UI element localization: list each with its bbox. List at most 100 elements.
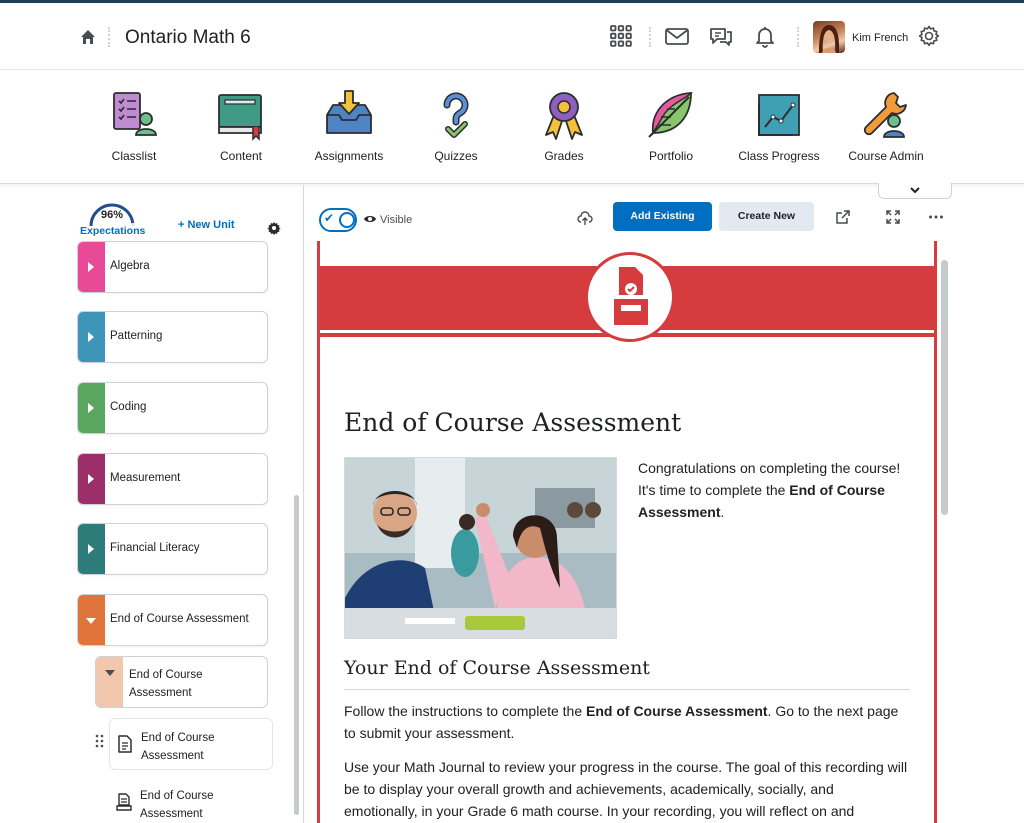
unit-label: Financial Literacy xyxy=(110,542,200,554)
add-existing-button[interactable]: Add Existing xyxy=(613,202,712,231)
course-admin-tools-icon xyxy=(863,92,907,138)
mail-icon[interactable] xyxy=(664,23,690,49)
notification-bell-icon[interactable] xyxy=(752,23,778,49)
expectations-label: Expectations xyxy=(80,225,146,237)
chat-bubbles-icon[interactable] xyxy=(708,23,734,49)
topic-item[interactable]: End of Course Assessment xyxy=(109,718,273,770)
fullscreen-icon[interactable] xyxy=(885,209,901,225)
assignments-inbox-icon xyxy=(326,90,372,134)
nav-assignments[interactable]: Assignments xyxy=(294,89,404,163)
drag-handle-icon[interactable] xyxy=(95,734,105,748)
page-title: End of Course Assessment xyxy=(344,408,682,437)
cloud-upload-icon[interactable] xyxy=(577,210,593,226)
subunit-label: End of Course Assessment xyxy=(129,669,203,699)
user-name[interactable]: Kim French xyxy=(852,32,908,44)
waffle-grid-icon[interactable] xyxy=(608,23,634,49)
intro-text-end: . xyxy=(720,504,725,520)
topic-item[interactable]: End of Course Assessment xyxy=(109,777,273,823)
unit-label: Patterning xyxy=(110,330,163,342)
new-unit-button[interactable]: + New Unit xyxy=(178,219,235,231)
sidebar-scrollbar[interactable] xyxy=(294,495,299,815)
expand-caret-icon[interactable] xyxy=(88,474,94,484)
visibility-toggle[interactable]: ✔ xyxy=(319,208,357,232)
settings-gear-icon[interactable] xyxy=(267,221,281,235)
journal-paragraph: Use your Math Journal to review your pro… xyxy=(344,759,908,819)
nav-label: Class Progress xyxy=(738,149,820,163)
nav-portfolio[interactable]: Portfolio xyxy=(616,89,726,163)
collapse-nav-toggle[interactable] xyxy=(878,183,952,199)
unit-sidebar: 96% Expectations + New Unit Algebra Patt… xyxy=(0,185,304,823)
nav-content[interactable]: Content xyxy=(186,89,296,163)
nav-label: Portfolio xyxy=(648,149,694,163)
assessment-badge xyxy=(585,252,675,342)
create-new-button[interactable]: Create New xyxy=(719,202,814,231)
course-header: Ontario Math 6 Kim French xyxy=(0,3,1024,70)
class-progress-chart-icon xyxy=(758,94,800,136)
unit-label: Measurement xyxy=(110,472,181,484)
section-divider xyxy=(344,689,910,690)
section-title: Your End of Course Assessment xyxy=(344,657,650,679)
nav-label: Quizzes xyxy=(434,149,478,163)
check-icon: ✔ xyxy=(324,211,335,225)
unit-label: Algebra xyxy=(110,260,150,272)
content-scrollbar[interactable] xyxy=(941,260,948,515)
portfolio-leaf-icon xyxy=(648,92,693,138)
assignment-submit-icon xyxy=(116,793,132,811)
unit-label: End of Course Assessment xyxy=(110,613,249,625)
nav-label: Content xyxy=(219,149,263,163)
content-frame: End of Course Assessment Congratulations… xyxy=(317,241,937,823)
more-options-icon[interactable] xyxy=(928,209,944,225)
collapse-caret-icon[interactable] xyxy=(105,670,115,676)
quizzes-question-icon xyxy=(443,92,469,138)
instructions-text: Follow the instructions to complete the xyxy=(344,703,587,719)
course-navbar: Classlist Content Assignments Quizzes Gr… xyxy=(0,71,1024,184)
expand-caret-icon[interactable] xyxy=(88,332,94,342)
subunit-end-of-course-assessment[interactable]: End of Course Assessment xyxy=(95,656,268,708)
expectations-percent: 96% xyxy=(100,209,124,221)
open-external-icon[interactable] xyxy=(835,209,851,225)
nav-label: Assignments xyxy=(314,149,384,163)
home-icon[interactable] xyxy=(80,29,96,45)
avatar[interactable] xyxy=(813,21,845,53)
nav-grades[interactable]: Grades xyxy=(509,89,619,163)
header-divider xyxy=(797,27,799,47)
unit-label: Coding xyxy=(110,401,147,413)
expand-caret-icon[interactable] xyxy=(88,262,94,272)
document-icon xyxy=(118,735,132,753)
nav-class-progress[interactable]: Class Progress xyxy=(724,89,834,163)
toggle-knob xyxy=(339,212,355,228)
teacher-student-photo xyxy=(344,457,617,639)
nav-label: Grades xyxy=(544,149,584,163)
unit-patterning[interactable]: Patterning xyxy=(77,311,268,363)
topic-label: End of Course Assessment xyxy=(140,790,214,820)
unit-coding[interactable]: Coding xyxy=(77,382,268,434)
intro-paragraph: Congratulations on completing the course… xyxy=(638,457,913,523)
instructions-bold-text: End of Course Assessment xyxy=(586,703,768,719)
grades-ribbon-icon xyxy=(545,92,583,140)
nav-quizzes[interactable]: Quizzes xyxy=(401,89,511,163)
unit-financial-literacy[interactable]: Financial Literacy xyxy=(77,523,268,575)
unit-end-of-course-assessment[interactable]: End of Course Assessment xyxy=(77,594,268,646)
subunit-color-strip xyxy=(96,657,123,707)
expand-caret-icon[interactable] xyxy=(88,544,94,554)
course-title[interactable]: Ontario Math 6 xyxy=(125,27,251,49)
nav-label: Course Admin xyxy=(848,149,924,163)
nav-classlist[interactable]: Classlist xyxy=(79,89,189,163)
header-divider xyxy=(108,27,110,47)
settings-gear-icon[interactable] xyxy=(917,24,941,48)
instructions-paragraph: Follow the instructions to complete the … xyxy=(344,700,910,744)
unit-algebra[interactable]: Algebra xyxy=(77,241,268,293)
header-divider xyxy=(649,27,651,47)
nav-label: Classlist xyxy=(111,149,157,163)
visibility-label: Visible xyxy=(380,214,413,226)
unit-measurement[interactable]: Measurement xyxy=(77,453,268,505)
eye-icon xyxy=(364,216,376,222)
classlist-icon xyxy=(113,92,157,136)
assessment-document-icon xyxy=(614,267,648,325)
content-book-icon xyxy=(218,94,262,141)
nav-course-admin[interactable]: Course Admin xyxy=(831,89,941,163)
chevron-down-icon xyxy=(910,187,920,194)
topic-label: End of Course Assessment xyxy=(141,732,215,762)
collapse-caret-icon[interactable] xyxy=(86,618,96,624)
expand-caret-icon[interactable] xyxy=(88,403,94,413)
